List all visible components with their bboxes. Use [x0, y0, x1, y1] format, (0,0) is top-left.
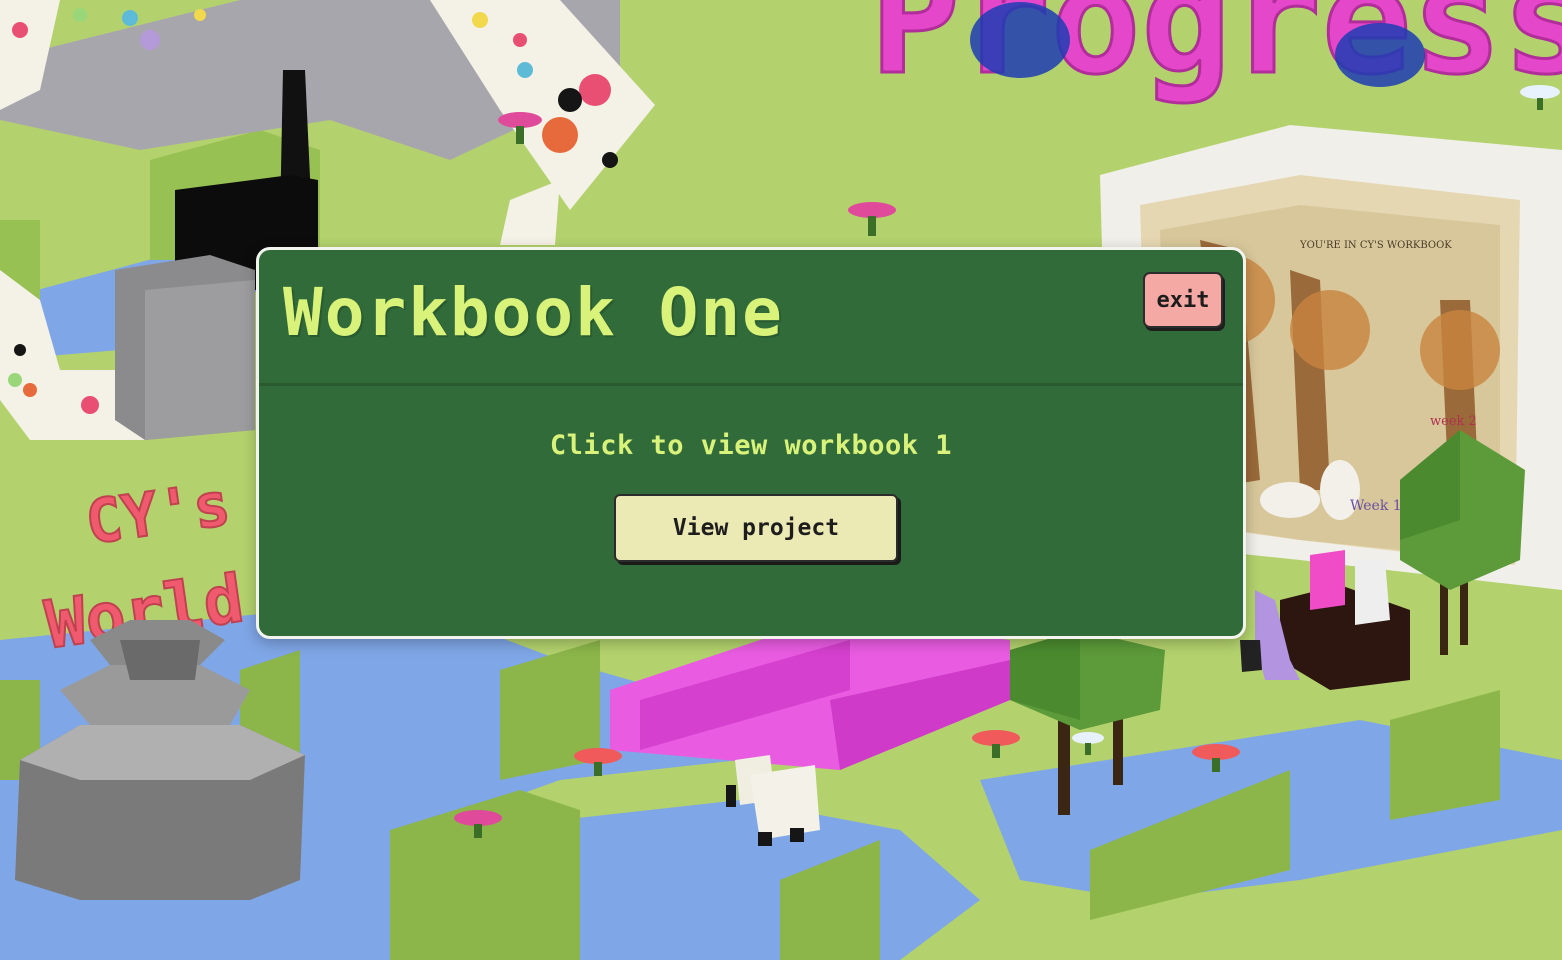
billboard-week1: Week 1: [1350, 498, 1402, 514]
modal-header: Workbook One exit: [259, 250, 1243, 386]
modal-title: Workbook One: [283, 274, 784, 351]
billboard-week2: week 2: [1430, 414, 1477, 429]
workbook-modal: Workbook One exit Click to view workbook…: [256, 247, 1246, 639]
exit-button[interactable]: exit: [1143, 272, 1223, 328]
billboard-heading: YOU'RE IN CY'S WORKBOOK: [1299, 240, 1452, 251]
view-project-button[interactable]: View project: [614, 494, 898, 562]
modal-body: Click to view workbook 1 View project: [259, 386, 1243, 636]
modal-description: Click to view workbook 1: [549, 430, 953, 461]
